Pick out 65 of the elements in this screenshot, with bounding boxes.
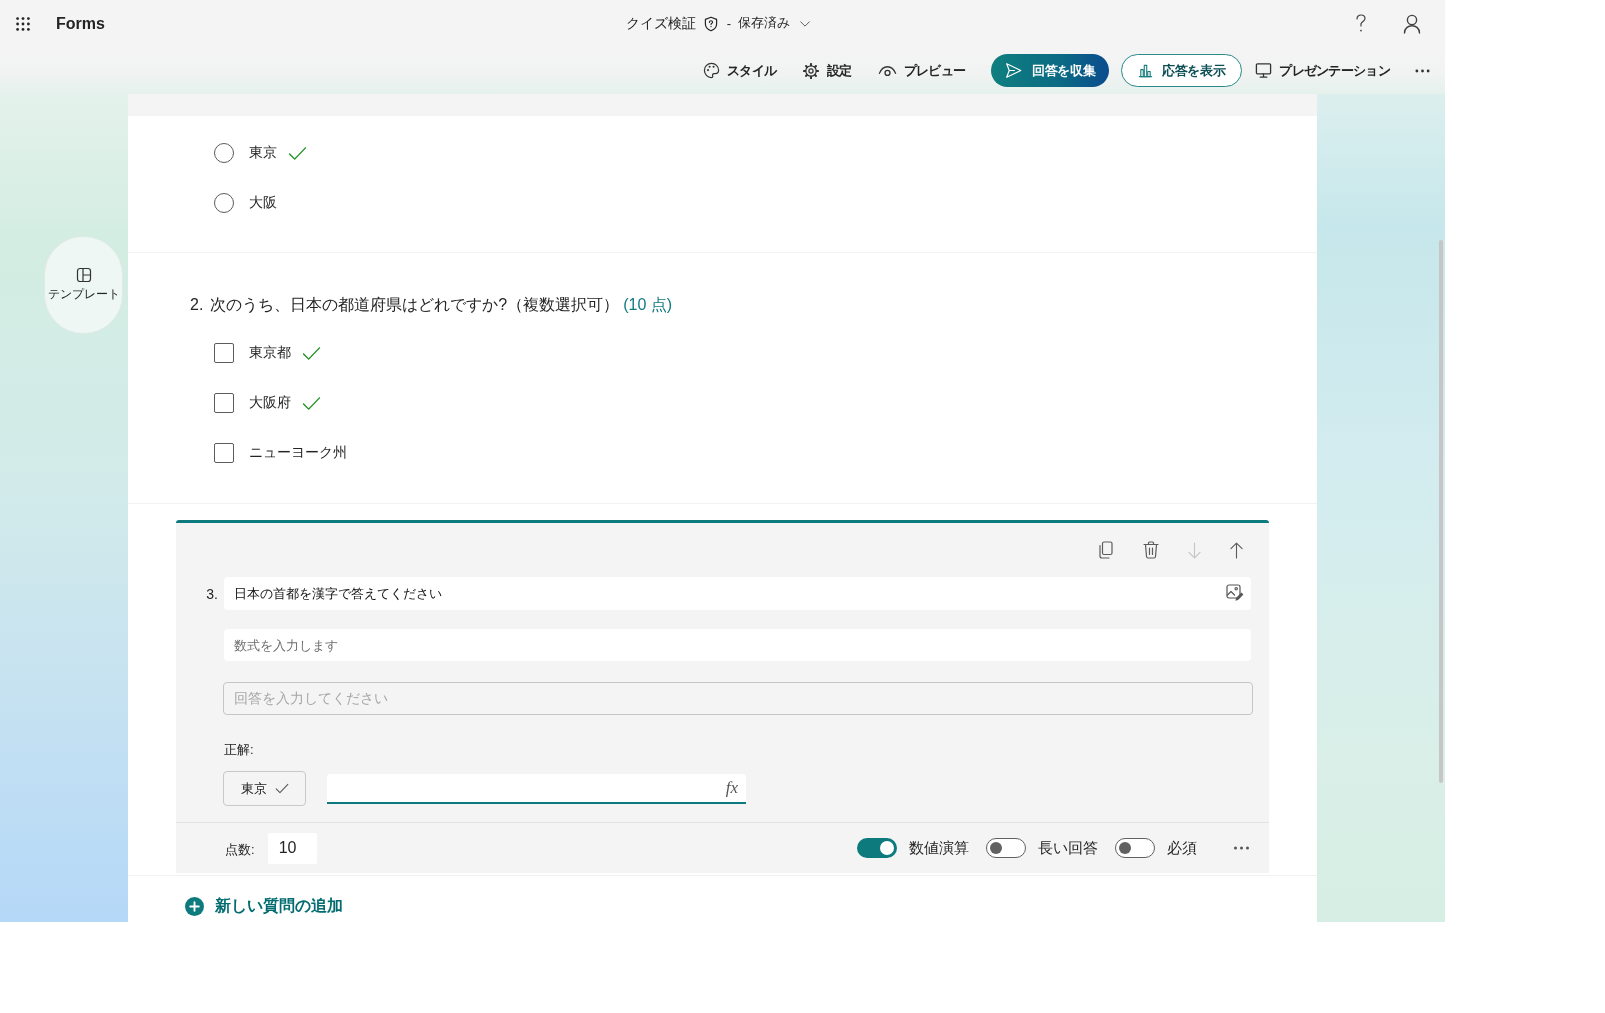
add-question-button[interactable]: 新しい質問の追加 [185, 896, 343, 917]
formula-input-field[interactable]: 数式を入力します [224, 629, 1251, 661]
preview-button[interactable]: プレビュー [877, 61, 966, 80]
monitor-icon [1255, 62, 1273, 79]
points-input[interactable]: 10 [267, 832, 317, 864]
check-icon [274, 783, 289, 794]
scrollbar-thumb[interactable] [1439, 240, 1443, 783]
question-title: 次のうち、日本の都道府県はどれですか?（複数選択可） [210, 295, 620, 315]
shield-question-icon [702, 15, 719, 32]
formula-entry-field[interactable] [327, 773, 746, 804]
checkbox[interactable] [214, 393, 234, 413]
correct-answer-tag[interactable]: 東京 [223, 771, 306, 806]
option-label: 大阪 [249, 194, 277, 212]
copy-icon [1098, 541, 1114, 559]
send-icon [1005, 62, 1023, 79]
image-edit-icon[interactable] [1226, 584, 1244, 602]
question-points: (10 点) [623, 295, 673, 315]
question-title-field[interactable]: 日本の首都を漢字で答えてください [224, 577, 1251, 610]
toggle-label: 長い回答 [1038, 838, 1098, 858]
form-title: クイズ検証 [625, 14, 696, 33]
option-label: 東京都 [249, 344, 291, 362]
more-options-icon[interactable] [1233, 846, 1250, 850]
settings-button[interactable]: 設定 [802, 61, 852, 80]
view-responses-button[interactable]: 応答を表示 [1121, 54, 1243, 87]
points-label: 点数: [225, 841, 255, 859]
plus-circle-icon [185, 897, 204, 916]
arrow-down-icon [1188, 541, 1201, 559]
bar-chart-icon [1138, 63, 1154, 78]
settings-icon [802, 61, 821, 80]
question-number: 2. [190, 295, 204, 315]
toggle-switch[interactable] [857, 838, 897, 858]
style-button[interactable]: スタイル [702, 61, 777, 80]
answer-input-field[interactable]: 回答を入力してください [223, 682, 1253, 715]
app-name[interactable]: Forms [56, 14, 105, 33]
checkbox[interactable] [214, 343, 234, 363]
toggle-label: 必須 [1167, 838, 1197, 858]
radio-button[interactable] [214, 143, 234, 163]
radio-button[interactable] [214, 193, 234, 213]
palette-icon [702, 62, 720, 79]
option-label: 大阪府 [249, 394, 291, 412]
layout-icon [75, 267, 92, 283]
trash-icon [1143, 541, 1159, 559]
option-label: 東京 [249, 144, 277, 162]
presentation-button[interactable]: プレゼンテーション [1255, 61, 1390, 80]
toggle-switch[interactable] [1115, 838, 1155, 858]
more-options-icon[interactable] [1415, 68, 1430, 73]
person-icon[interactable] [1403, 13, 1421, 34]
toggle-label: 数値演算 [909, 838, 969, 858]
checkbox[interactable] [214, 443, 234, 463]
collect-responses-button[interactable]: 回答を収集 [991, 54, 1110, 87]
copy-button[interactable] [1098, 541, 1114, 559]
help-icon[interactable] [1355, 14, 1367, 33]
function-button[interactable]: fx [725, 777, 738, 798]
eye-icon [877, 63, 897, 78]
delete-button[interactable] [1143, 541, 1159, 559]
question-number: 3. [205, 585, 219, 602]
template-button[interactable]: テンプレート [44, 236, 123, 334]
toggle-switch[interactable] [986, 838, 1026, 858]
correct-answer-label: 正解: [224, 742, 254, 758]
option-label: ニューヨーク州 [249, 444, 347, 462]
arrow-up-icon [1230, 541, 1243, 559]
move-up-button[interactable] [1230, 541, 1243, 559]
title-separator: - [726, 16, 732, 31]
app-launcher-icon[interactable] [16, 16, 30, 31]
save-status-dropdown[interactable]: 保存済み [738, 15, 812, 32]
